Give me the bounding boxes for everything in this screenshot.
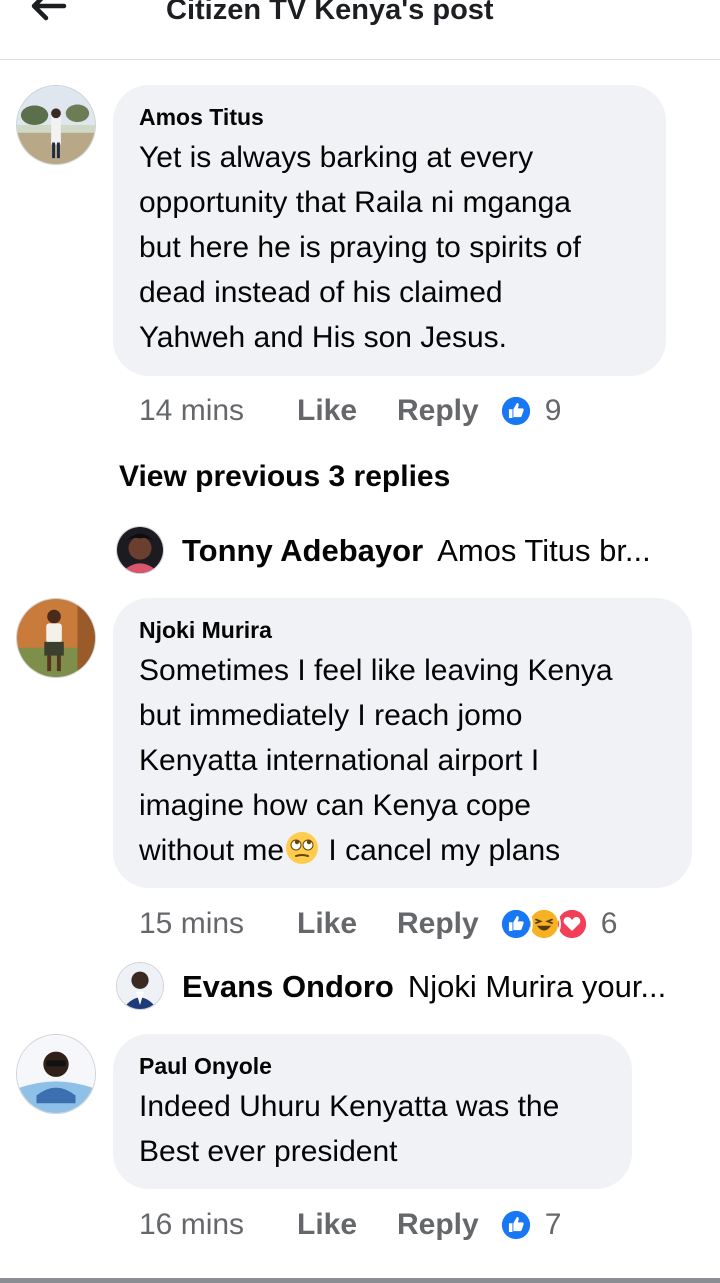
comment-text-part: I cancel my plans bbox=[320, 834, 561, 867]
top-bar: Citizen TV Kenya's post bbox=[0, 0, 720, 60]
comment-author[interactable]: Amos Titus bbox=[139, 103, 640, 131]
bottom-divider bbox=[0, 1278, 720, 1283]
comment-author[interactable]: Paul Onyole bbox=[139, 1052, 606, 1080]
reply-preview[interactable]: Evans Ondoro Njoki Murira your... bbox=[182, 963, 702, 1011]
page-title: Citizen TV Kenya's post bbox=[166, 0, 494, 26]
like-icon bbox=[498, 1208, 533, 1242]
view-previous-replies-link[interactable]: View previous 3 replies bbox=[119, 460, 450, 494]
like-button[interactable]: Like bbox=[297, 907, 397, 941]
comment-bubble: Amos Titus Yet is always barking at ever… bbox=[113, 85, 666, 376]
avatar[interactable] bbox=[16, 1034, 96, 1114]
reactions-summary[interactable]: 7 bbox=[498, 1208, 562, 1242]
reply-preview[interactable]: Tonny Adebayor Amos Titus br... bbox=[182, 527, 702, 575]
reply-button[interactable]: Reply bbox=[397, 1208, 479, 1242]
avatar[interactable] bbox=[116, 962, 164, 1010]
eye-roll-emoji-icon bbox=[284, 830, 320, 866]
comment-author[interactable]: Njoki Murira bbox=[139, 616, 666, 644]
reply-button[interactable]: Reply bbox=[397, 907, 479, 941]
avatar[interactable] bbox=[116, 526, 164, 574]
reply-snippet: Njoki Murira your... bbox=[407, 969, 667, 1004]
like-button[interactable]: Like bbox=[297, 394, 397, 428]
comment-meta: 15 mins Like Reply 6 bbox=[139, 902, 617, 946]
reaction-count: 9 bbox=[544, 394, 562, 427]
reply-author[interactable]: Evans Ondoro bbox=[182, 969, 394, 1005]
reactions-summary[interactable]: 6 bbox=[498, 907, 618, 941]
reactions-summary[interactable]: 9 bbox=[498, 394, 562, 428]
comment-text: Indeed Uhuru Kenyatta was the Best ever … bbox=[139, 1090, 560, 1168]
reply-author[interactable]: Tonny Adebayor bbox=[182, 533, 423, 569]
avatar[interactable] bbox=[16, 85, 96, 165]
comment-text: Yet is always barking at every opportuni… bbox=[139, 141, 581, 354]
comment-text: Sometimes I feel like leaving Kenya but … bbox=[139, 648, 666, 873]
comment-bubble: Paul Onyole Indeed Uhuru Kenyatta was th… bbox=[113, 1034, 632, 1189]
like-button[interactable]: Like bbox=[297, 1208, 397, 1242]
like-icon bbox=[498, 907, 533, 941]
avatar[interactable] bbox=[16, 598, 96, 678]
comment-time[interactable]: 15 mins bbox=[139, 907, 297, 941]
comment-bubble: Njoki Murira Sometimes I feel like leavi… bbox=[113, 598, 692, 888]
reaction-count: 6 bbox=[600, 907, 618, 940]
comment-meta: 14 mins Like Reply 9 bbox=[139, 389, 561, 433]
back-arrow-icon[interactable] bbox=[28, 0, 68, 26]
reply-snippet: Amos Titus br... bbox=[437, 533, 651, 568]
comment-time[interactable]: 16 mins bbox=[139, 1208, 297, 1242]
comment-time[interactable]: 14 mins bbox=[139, 394, 297, 428]
reply-button[interactable]: Reply bbox=[397, 394, 479, 428]
like-icon bbox=[498, 394, 533, 428]
reaction-count: 7 bbox=[544, 1208, 562, 1241]
comment-meta: 16 mins Like Reply 7 bbox=[139, 1203, 561, 1247]
